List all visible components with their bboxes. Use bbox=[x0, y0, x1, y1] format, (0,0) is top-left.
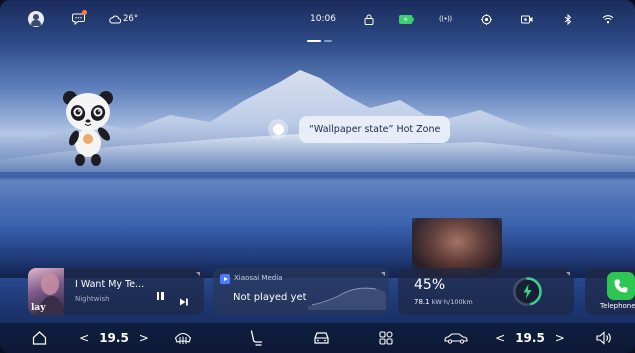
driver-temperature-control[interactable]: < 19.5 > bbox=[78, 323, 150, 353]
clock: 10:06 bbox=[310, 14, 336, 24]
navigation-icon bbox=[481, 11, 492, 27]
expand-corner-icon[interactable] bbox=[196, 272, 200, 276]
apps-grid-icon[interactable] bbox=[373, 323, 399, 353]
car-silhouette-icon bbox=[308, 287, 386, 310]
battery-ring-gauge bbox=[513, 277, 542, 306]
passenger-temperature: 19.5 bbox=[515, 331, 545, 345]
dashcam-icon bbox=[521, 11, 533, 27]
song-title: I Want My Te... bbox=[75, 279, 145, 290]
lock-icon[interactable] bbox=[364, 11, 374, 27]
weather-temperature: 26° bbox=[123, 14, 139, 24]
media-app-icon bbox=[220, 274, 230, 284]
media-card[interactable]: Xiaosai Media Not played yet bbox=[213, 268, 389, 315]
defrost-icon[interactable] bbox=[170, 323, 196, 353]
hotspot-tooltip: “Wallpaper state” Hot Zone bbox=[299, 116, 451, 143]
car-icon[interactable] bbox=[308, 323, 334, 353]
consumption-value: 78.1 bbox=[414, 298, 430, 306]
weather-widget[interactable]: 26° bbox=[109, 11, 138, 27]
expand-corner-icon[interactable] bbox=[566, 272, 570, 276]
temp-increase-right[interactable]: > bbox=[555, 331, 565, 345]
song-artist: Nightwish bbox=[75, 295, 110, 303]
status-bar: 26° 10:06 ((•)) bbox=[0, 0, 635, 38]
message-icon[interactable] bbox=[72, 10, 87, 27]
passenger-temperature-control[interactable]: < 19.5 > bbox=[494, 323, 566, 353]
battery-icon bbox=[399, 11, 414, 27]
bluetooth-icon bbox=[564, 11, 572, 27]
next-track-button[interactable] bbox=[179, 292, 189, 306]
battery-card[interactable]: 45% 78.1 kW·h/100km bbox=[398, 268, 574, 315]
album-art-text: lay bbox=[31, 303, 46, 313]
album-art: lay bbox=[28, 268, 64, 315]
temp-decrease-left[interactable]: < bbox=[79, 331, 89, 345]
temp-decrease-right[interactable]: < bbox=[495, 331, 505, 345]
battery-percent: 45% bbox=[414, 277, 446, 293]
notification-dot bbox=[82, 10, 87, 15]
media-app-name: Xiaosai Media bbox=[234, 274, 283, 282]
temp-increase-left[interactable]: > bbox=[139, 331, 149, 345]
driver-temperature: 19.5 bbox=[99, 331, 129, 345]
phone-icon[interactable] bbox=[607, 272, 635, 300]
avatar-icon[interactable] bbox=[28, 11, 44, 27]
page-dot[interactable] bbox=[324, 40, 332, 42]
panda-mascot[interactable] bbox=[60, 88, 118, 168]
music-card[interactable]: lay I Want My Te... Nightwish bbox=[28, 268, 204, 315]
page-indicator[interactable] bbox=[307, 40, 332, 42]
cloud-icon bbox=[109, 15, 121, 23]
pause-button[interactable] bbox=[155, 292, 165, 302]
vehicle-side-icon[interactable] bbox=[440, 323, 472, 353]
bottom-dock: < 19.5 > < 19.5 > bbox=[0, 323, 635, 353]
car-home-screen: 26° 10:06 ((•)) “Wallpaper state” Hot Zo… bbox=[0, 0, 635, 353]
wireless-icon: ((•)) bbox=[439, 15, 452, 23]
expand-corner-icon[interactable] bbox=[381, 272, 385, 276]
wifi-icon bbox=[602, 11, 614, 27]
page-dot-active[interactable] bbox=[307, 40, 321, 42]
seat-icon[interactable] bbox=[243, 323, 269, 353]
phone-card[interactable]: Telephone bbox=[585, 268, 635, 315]
consumption-unit: kW·h/100km bbox=[431, 298, 473, 306]
media-status: Not played yet bbox=[233, 292, 307, 303]
volume-icon[interactable] bbox=[591, 323, 617, 353]
phone-label: Telephone bbox=[600, 302, 635, 310]
energy-consumption: 78.1 kW·h/100km bbox=[414, 298, 473, 306]
home-icon[interactable] bbox=[26, 323, 52, 353]
hotspot-dot[interactable] bbox=[268, 119, 288, 139]
